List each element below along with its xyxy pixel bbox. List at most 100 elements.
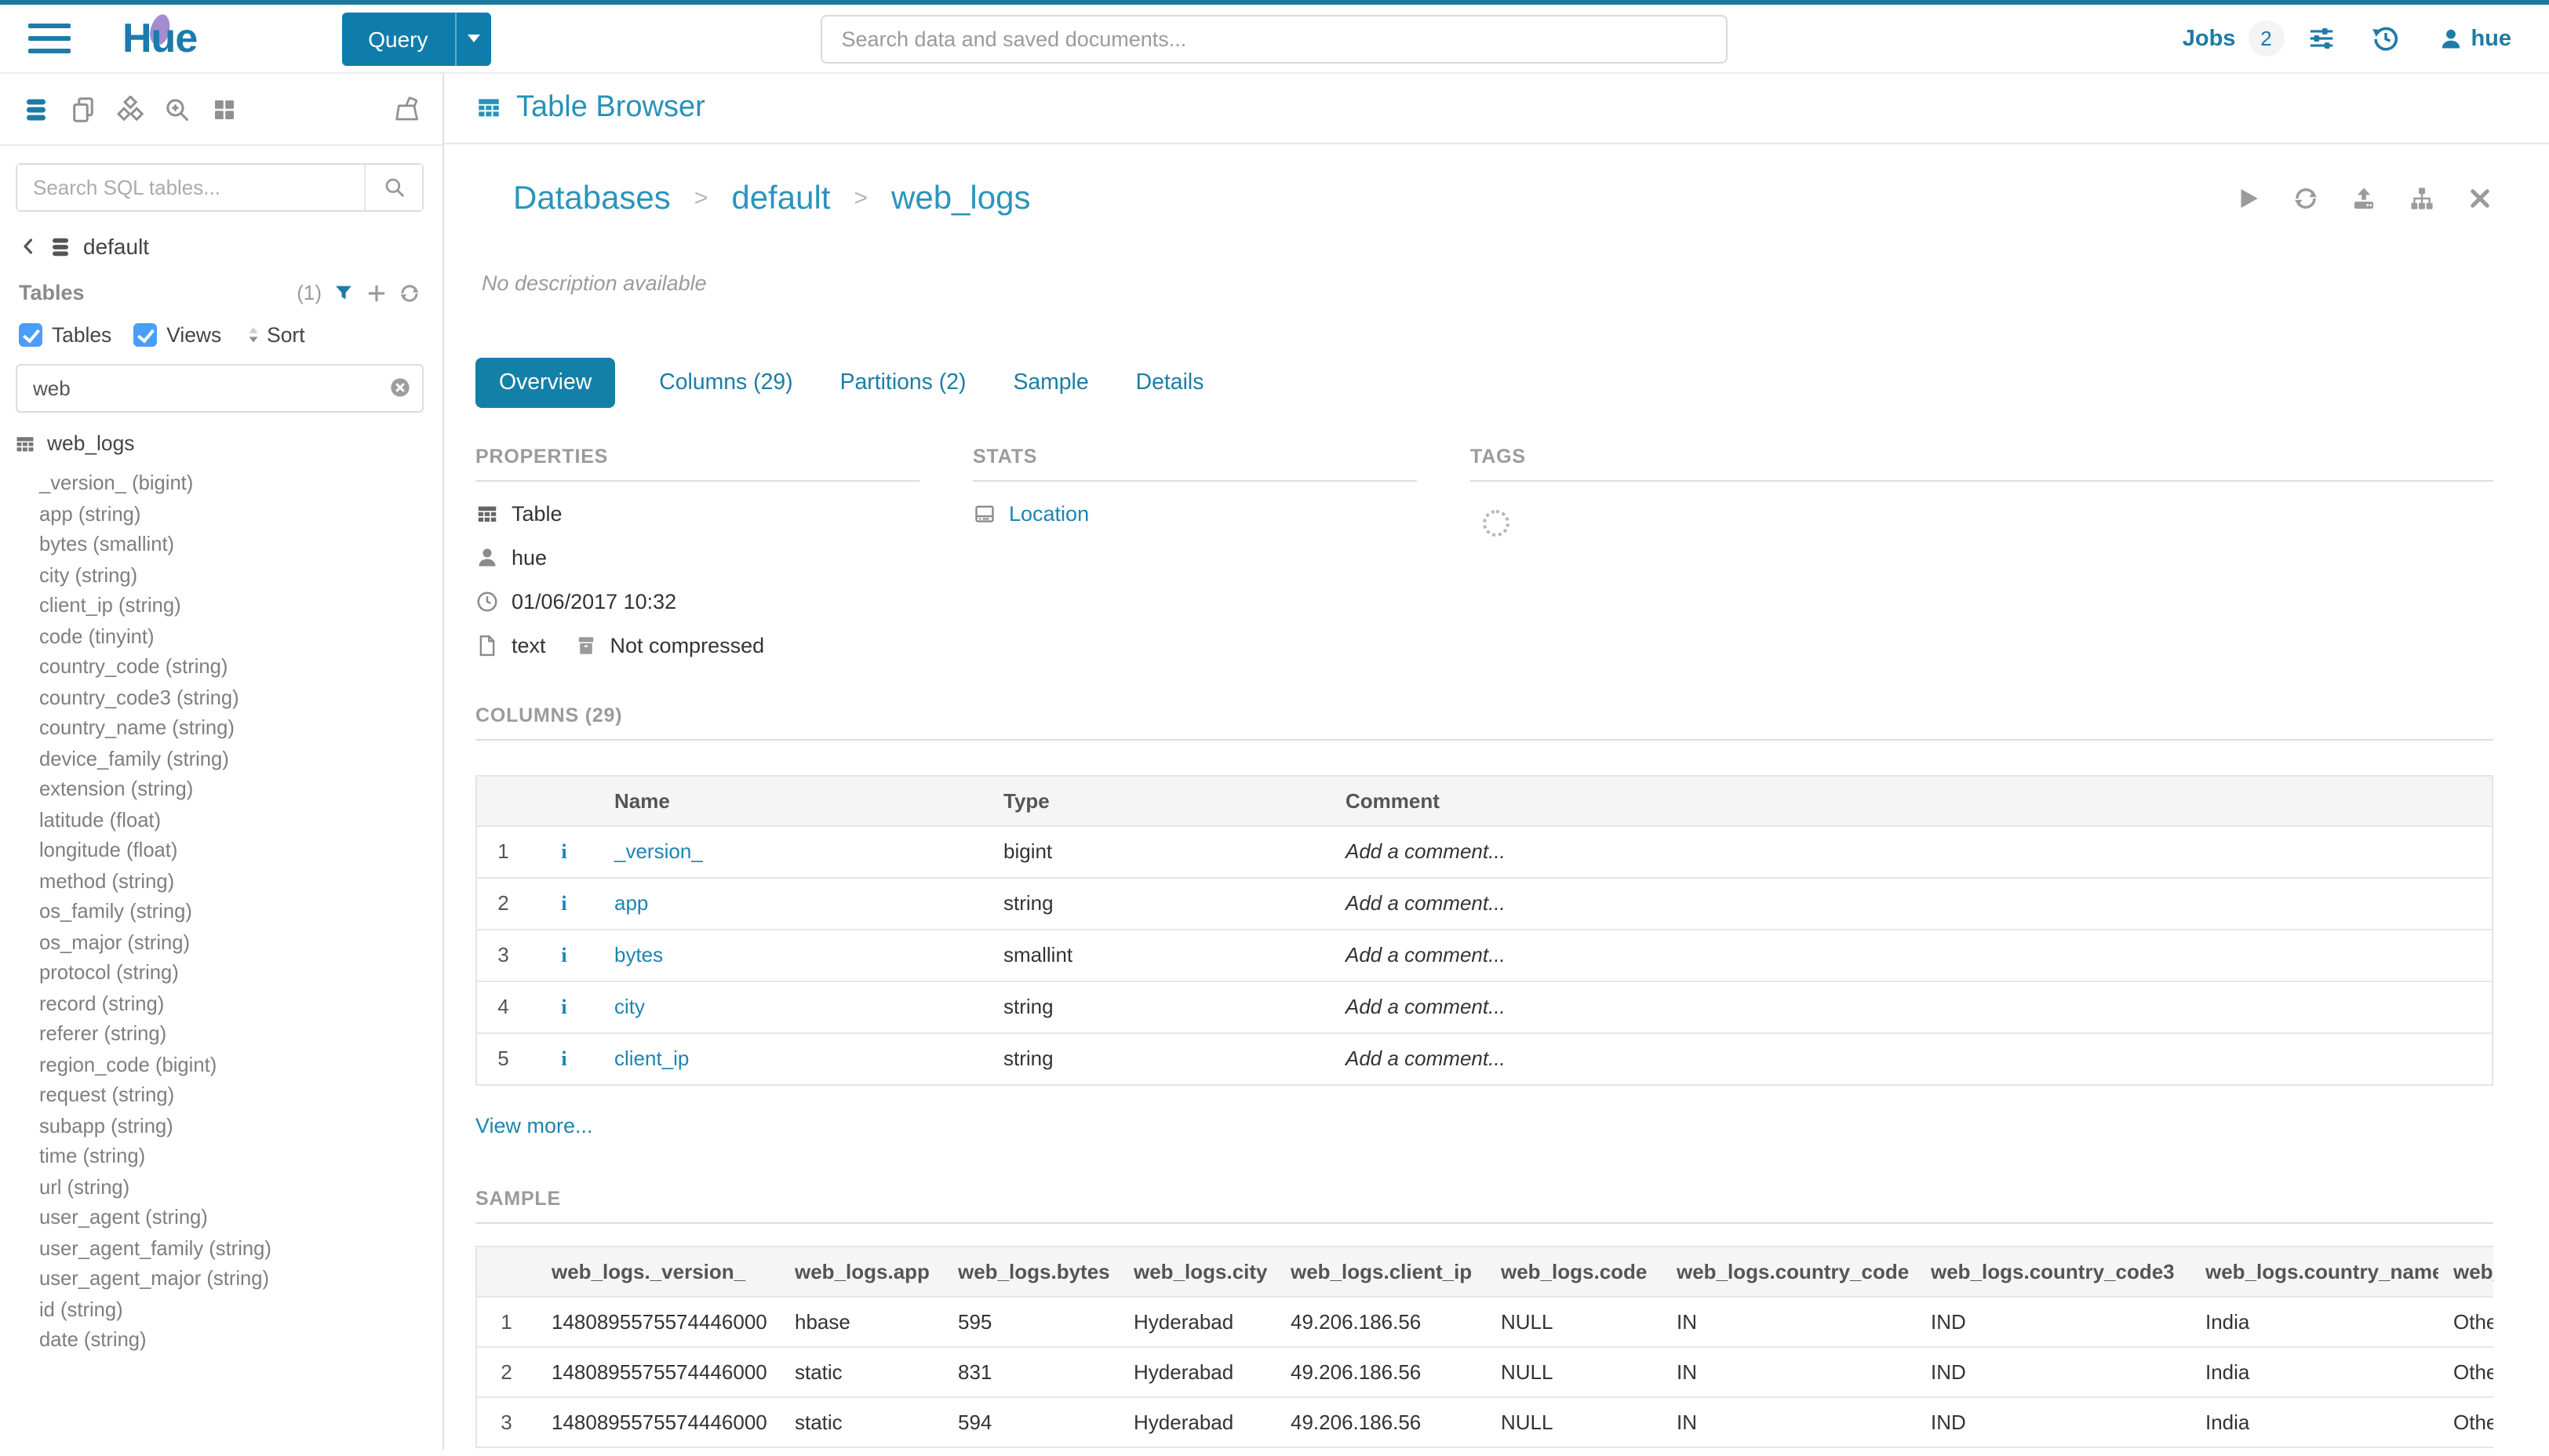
add-table-plus-icon[interactable] [366,282,388,304]
info-icon[interactable]: i [561,1046,566,1070]
tab-sample[interactable]: Sample [1010,358,1091,408]
sidebar-column-item[interactable]: os_major (string) [0,926,442,957]
sidebar-column-item[interactable]: protocol (string) [0,957,442,988]
jobs-link[interactable]: Jobs [2183,26,2236,51]
sidebar-column-item[interactable]: id (string) [0,1294,442,1324]
query-button[interactable]: Query [341,12,454,65]
database-breadcrumb[interactable]: default [0,212,442,262]
sidebar-column-item[interactable]: client_ip (string) [0,590,442,621]
hamburger-menu-icon[interactable] [28,16,71,61]
user-menu[interactable]: hue [2438,26,2511,51]
import-upload-icon[interactable] [2350,186,2376,213]
info-icon[interactable]: i [561,891,566,915]
clear-filter-icon[interactable] [389,377,411,399]
apps-grid-icon[interactable] [210,95,239,123]
refresh-icon[interactable] [2292,186,2318,213]
column-type: bigint [988,826,1330,878]
sidebar-column-item[interactable]: subapp (string) [0,1110,442,1141]
column-comment[interactable]: Add a comment... [1330,1033,2492,1085]
filter-funnel-icon[interactable] [333,282,355,304]
format: text [512,634,546,657]
sql-assist-database-icon[interactable] [22,95,50,123]
sidebar-column-item[interactable]: user_agent_family (string) [0,1232,442,1263]
sidebar-column-item[interactable]: referer (string) [0,1018,442,1049]
close-icon[interactable] [2466,186,2493,213]
sidebar-column-item[interactable]: city (string) [0,559,442,590]
tab-details[interactable]: Details [1133,358,1207,408]
global-search-input[interactable] [821,14,1728,63]
sidebar-column-item[interactable]: code (tinyint) [0,621,442,651]
breadcrumb-table[interactable]: web_logs [891,180,1030,218]
sidebar-column-item[interactable]: url (string) [0,1171,442,1202]
sidebar-column-item[interactable]: user_agent_major (string) [0,1263,442,1294]
lineage-sitemap-icon[interactable] [2408,186,2434,213]
sidebar-column-item[interactable]: country_code (string) [0,651,442,682]
indexes-zoom-icon[interactable] [163,95,191,123]
sidebar-column-item[interactable]: country_code3 (string) [0,682,442,712]
sidebar-search-input[interactable] [17,165,364,210]
sort-label: Sort [267,323,304,347]
tab-columns[interactable]: Columns (29) [656,358,796,408]
tables-checkbox-label[interactable]: Tables [52,323,111,347]
views-checkbox-label[interactable]: Views [166,323,221,347]
table-description[interactable]: No description available [482,271,2493,295]
sidebar-column-item[interactable]: user_agent (string) [0,1202,442,1232]
sidebar-column-item[interactable]: record (string) [0,988,442,1018]
sidebar-column-item[interactable]: device_family (string) [0,743,442,774]
breadcrumb-databases[interactable]: Databases [513,180,671,218]
sidebar-column-item[interactable]: method (string) [0,865,442,896]
back-chevron-icon[interactable] [19,237,38,256]
folder-icon[interactable] [392,95,421,123]
sidebar-column-item[interactable]: time (string) [0,1141,442,1171]
column-type: string [988,878,1330,930]
table-filter-input[interactable] [16,364,424,413]
tab-partitions[interactable]: Partitions (2) [837,358,970,408]
tab-overview[interactable]: Overview [475,358,615,408]
sidebar-column-item[interactable]: region_code (bigint) [0,1049,442,1079]
query-button-group: Query [341,12,490,65]
jobs-count-badge[interactable]: 2 [2248,20,2284,56]
sliders-icon[interactable] [2306,24,2336,53]
sidebar-search-button[interactable] [364,165,422,210]
column-comment[interactable]: Add a comment... [1330,878,2492,930]
column-name-link[interactable]: client_ip [614,1047,689,1071]
sidebar-column-item[interactable]: country_name (string) [0,712,442,743]
sidebar-column-item[interactable]: latitude (float) [0,804,442,835]
location-link[interactable]: Location [1009,502,1089,526]
query-play-icon[interactable] [2234,186,2260,213]
sidebar-column-item[interactable]: bytes (smallint) [0,529,442,559]
column-comment[interactable]: Add a comment... [1330,930,2492,981]
tables-header-label: Tables [19,281,85,304]
sample-table-scroll[interactable]: web_logs._version_ web_logs.app web_logs… [475,1246,2493,1448]
column-name-link[interactable]: bytes [614,944,663,967]
info-icon[interactable]: i [561,995,566,1018]
hue-logo[interactable]: Hue [122,14,197,63]
views-checkbox[interactable] [133,323,157,347]
sidebar-column-item[interactable]: os_family (string) [0,896,442,926]
sidebar-column-item[interactable]: date (string) [0,1324,442,1355]
column-name-link[interactable]: _version_ [614,840,703,864]
query-dropdown-caret[interactable] [455,12,491,65]
sort-control[interactable]: Sort [243,323,304,347]
sidebar-column-item[interactable]: extension (string) [0,774,442,804]
info-icon[interactable]: i [561,943,566,966]
sidebar-column-item[interactable]: longitude (float) [0,835,442,865]
database-name[interactable]: default [83,234,149,259]
breadcrumb-database[interactable]: default [731,180,830,218]
documents-icon[interactable] [69,95,97,123]
sidebar-column-item[interactable]: request (string) [0,1079,442,1110]
tables-checkbox[interactable] [19,323,42,347]
hdfs-cubes-icon[interactable] [116,95,144,123]
column-comment[interactable]: Add a comment... [1330,981,2492,1033]
sidebar-column-item[interactable]: _version_ (bigint) [0,468,442,498]
sidebar-column-item[interactable]: app (string) [0,498,442,529]
table-row: 2 i app string Add a comment... [476,878,2492,930]
info-icon[interactable]: i [561,839,566,863]
refresh-tables-icon[interactable] [399,282,421,304]
view-more-link[interactable]: View more... [475,1114,593,1138]
sidebar-table-web-logs[interactable]: web_logs [0,416,442,461]
column-name-link[interactable]: city [614,996,645,1019]
column-comment[interactable]: Add a comment... [1330,826,2492,878]
column-name-link[interactable]: app [614,892,648,915]
history-icon[interactable] [2370,24,2400,53]
